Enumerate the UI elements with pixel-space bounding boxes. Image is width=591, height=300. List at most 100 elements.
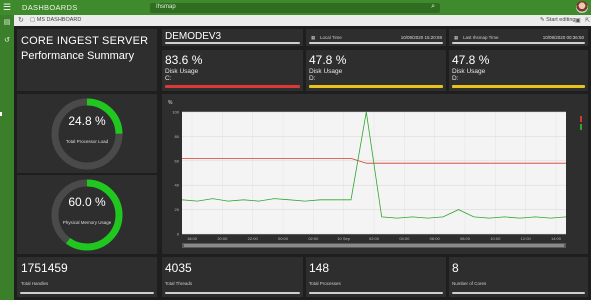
server-title: CORE INGEST SERVER (21, 35, 149, 47)
disk-label: Disk Usage (452, 68, 486, 75)
x-tick-label: 04:00 (399, 236, 410, 241)
cpu-gauge-panel: 24.8 % Total Processor Load (17, 94, 157, 173)
disk-value: 47.8 % (452, 53, 490, 67)
app-title: DASHBOARDS (22, 3, 78, 12)
local-time-value: 10/09/2020 15:20:59 (400, 35, 442, 40)
handles-value: 1751459 (21, 261, 68, 275)
refresh-icon[interactable]: ↻ (18, 16, 24, 24)
search-input[interactable]: Ihsmap ⌕ (150, 2, 440, 13)
performance-chart-panel: % 100 80 60 40 20 0 18:00 20:00 22:00 00:00 02:00 10… (162, 94, 588, 254)
handles-label: Total Handles (21, 281, 49, 286)
search-icon[interactable]: ⌕ (431, 3, 435, 11)
x-tick-label: 12:00 (521, 236, 532, 241)
threads-label: Total Threads (165, 281, 193, 286)
x-tick-label: 10:00 (490, 236, 501, 241)
dashboard-icon: ▢ (30, 17, 37, 23)
breadcrumb[interactable]: ▢ MS DASHBOARD (30, 17, 81, 23)
threads-bar (165, 292, 300, 294)
disk-card-d: 47.8 % Disk Usage D: (306, 50, 446, 91)
cpu-gauge (51, 98, 123, 170)
local-time-bar (309, 42, 443, 44)
handles-bar (20, 292, 154, 294)
y-tick-label: 80 (175, 134, 180, 139)
handles-card: 1751459 Total Handles (17, 257, 157, 297)
processes-value: 148 (309, 261, 330, 275)
last-time-value: 10/09/2020 00:36:50 (542, 35, 584, 40)
legend-marker-red (580, 116, 582, 122)
breadcrumb-label: MS DASHBOARD (36, 17, 82, 23)
search-value: Ihsmap (156, 3, 176, 10)
y-tick-label: 60 (175, 158, 180, 163)
memory-label: Physical Memory Usage (62, 220, 112, 225)
disk-label: Disk Usage (309, 68, 343, 75)
sidebar: ▤ ↺ (0, 15, 14, 300)
cores-card: 8 Number of Cores (449, 257, 588, 297)
y-tick-label: 20 (175, 207, 180, 212)
processes-card: 148 Total Processes (306, 257, 446, 297)
memory-value: 60.0 % (68, 195, 106, 209)
disk-drive: D: (309, 75, 316, 82)
disk-usage-bar (452, 85, 585, 88)
history-icon[interactable]: ↺ (3, 37, 11, 45)
dashboard-icon[interactable]: ▤ (3, 19, 11, 27)
x-tick-label: 14:00 (551, 236, 562, 241)
start-editing-button[interactable]: ✎ Start editing (540, 17, 576, 23)
x-tick-label: 08:00 (460, 236, 471, 241)
processes-bar (309, 292, 443, 294)
performance-chart: % 100 80 60 40 20 0 18:00 20:00 22:00 00:00 02:00 10… (168, 100, 582, 248)
menu-icon[interactable]: ☰ (0, 0, 14, 15)
host-panel: DEMODEV3 (162, 29, 303, 46)
x-tick-label: 22:00 (248, 236, 259, 241)
disk-drive: C: (165, 75, 172, 82)
disk-card-c: 83.6 % Disk Usage C: (162, 50, 303, 91)
memory-gauge-panel: 60.0 % Physical Memory Usage (17, 175, 157, 254)
memory-gauge (51, 179, 123, 251)
top-bar: ☰ DASHBOARDS Ihsmap ⌕ (0, 0, 591, 15)
last-time-label: Last Ihsmap Time (463, 35, 499, 40)
y-axis-label: % (168, 100, 173, 106)
threads-value: 4035 (165, 261, 192, 275)
legend-marker-green (580, 124, 582, 130)
y-tick-label: 0 (177, 232, 180, 237)
disk-value: 83.6 % (165, 53, 203, 67)
range-selector-window (184, 244, 564, 247)
calendar-icon: ▦ (311, 35, 316, 40)
header-panel: CORE INGEST SERVER Performance Summary (17, 29, 157, 91)
y-tick-label: 100 (172, 110, 179, 115)
x-tick-label: 02:00 (369, 236, 380, 241)
local-time-card: ▦ Local Time 10/09/2020 15:20:59 (306, 29, 446, 46)
cores-bar (452, 292, 585, 294)
sidebar-marker (0, 112, 2, 116)
x-tick-label: 06:00 (430, 236, 441, 241)
x-tick-label: 18:00 (187, 236, 198, 241)
disk-usage-bar (309, 85, 443, 88)
cpu-label: Total Processor Load (65, 139, 109, 144)
avatar[interactable] (576, 1, 588, 13)
y-tick-label: 40 (175, 183, 180, 188)
x-tick-label: 00:00 (278, 236, 289, 241)
calendar-icon: ▦ (454, 35, 459, 40)
disk-label: Disk Usage (165, 68, 199, 75)
disk-value: 47.8 % (309, 53, 347, 67)
save-icon[interactable]: ▣ (575, 17, 581, 24)
start-editing-label: Start editing (546, 17, 576, 23)
cores-label: Number of Cores (452, 281, 487, 286)
last-time-bar (452, 42, 585, 44)
cores-value: 8 (452, 261, 459, 275)
processes-label: Total Processes (309, 281, 341, 286)
last-time-card: ▦ Last Ihsmap Time 10/09/2020 00:36:50 (449, 29, 588, 46)
disk-usage-bar (165, 85, 300, 88)
host-name: DEMODEV3 (165, 31, 222, 42)
local-time-label: Local Time (320, 35, 342, 40)
disk-drive: D: (452, 75, 459, 82)
x-tick-label: 02:00 (308, 236, 319, 241)
disk-card-d2: 47.8 % Disk Usage D: (449, 50, 588, 91)
x-tick-label: 20:00 (217, 236, 228, 241)
threads-card: 4035 Total Threads (162, 257, 303, 297)
page-title: Performance Summary (21, 50, 135, 62)
breadcrumb-bar: ↻ ▢ MS DASHBOARD ✎ Start editing ▣ ⇱ (14, 15, 591, 26)
share-icon[interactable]: ⇱ (585, 17, 590, 24)
cpu-value: 24.8 % (68, 114, 106, 128)
x-tick-label: 10 Sep (337, 236, 350, 241)
host-bar (165, 42, 300, 44)
